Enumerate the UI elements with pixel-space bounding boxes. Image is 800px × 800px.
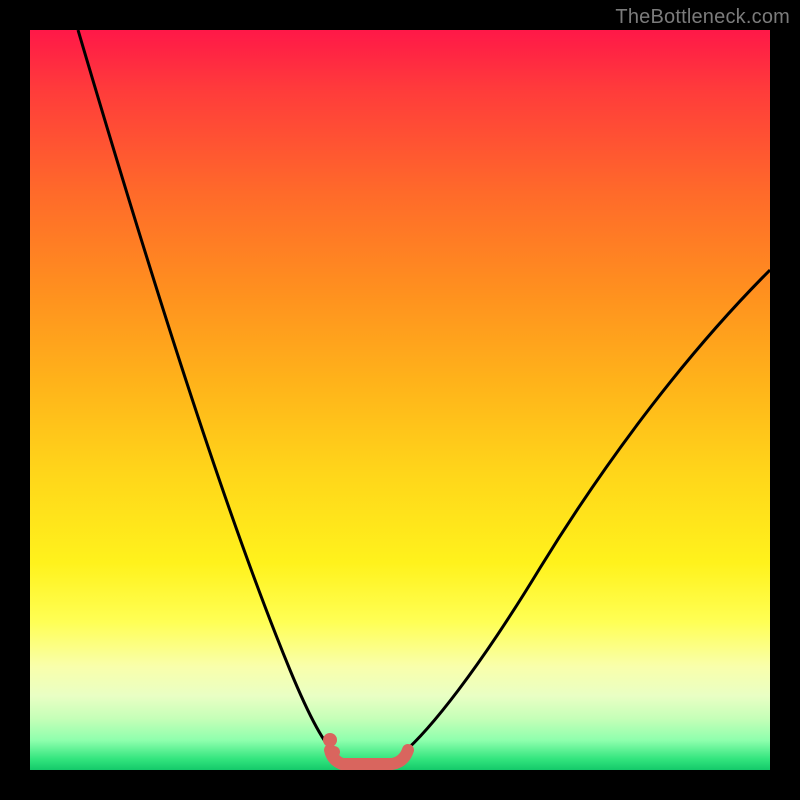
- bottleneck-curve: [30, 30, 770, 770]
- marker-dot-start: [323, 733, 337, 747]
- curve-right-branch: [402, 270, 770, 754]
- curve-minimum-segment: [330, 750, 408, 764]
- chart-frame: TheBottleneck.com: [0, 0, 800, 800]
- marker-dot-start-2: [328, 746, 340, 758]
- watermark-text: TheBottleneck.com: [615, 6, 790, 29]
- curve-left-branch: [78, 30, 336, 754]
- plot-area: [30, 30, 770, 770]
